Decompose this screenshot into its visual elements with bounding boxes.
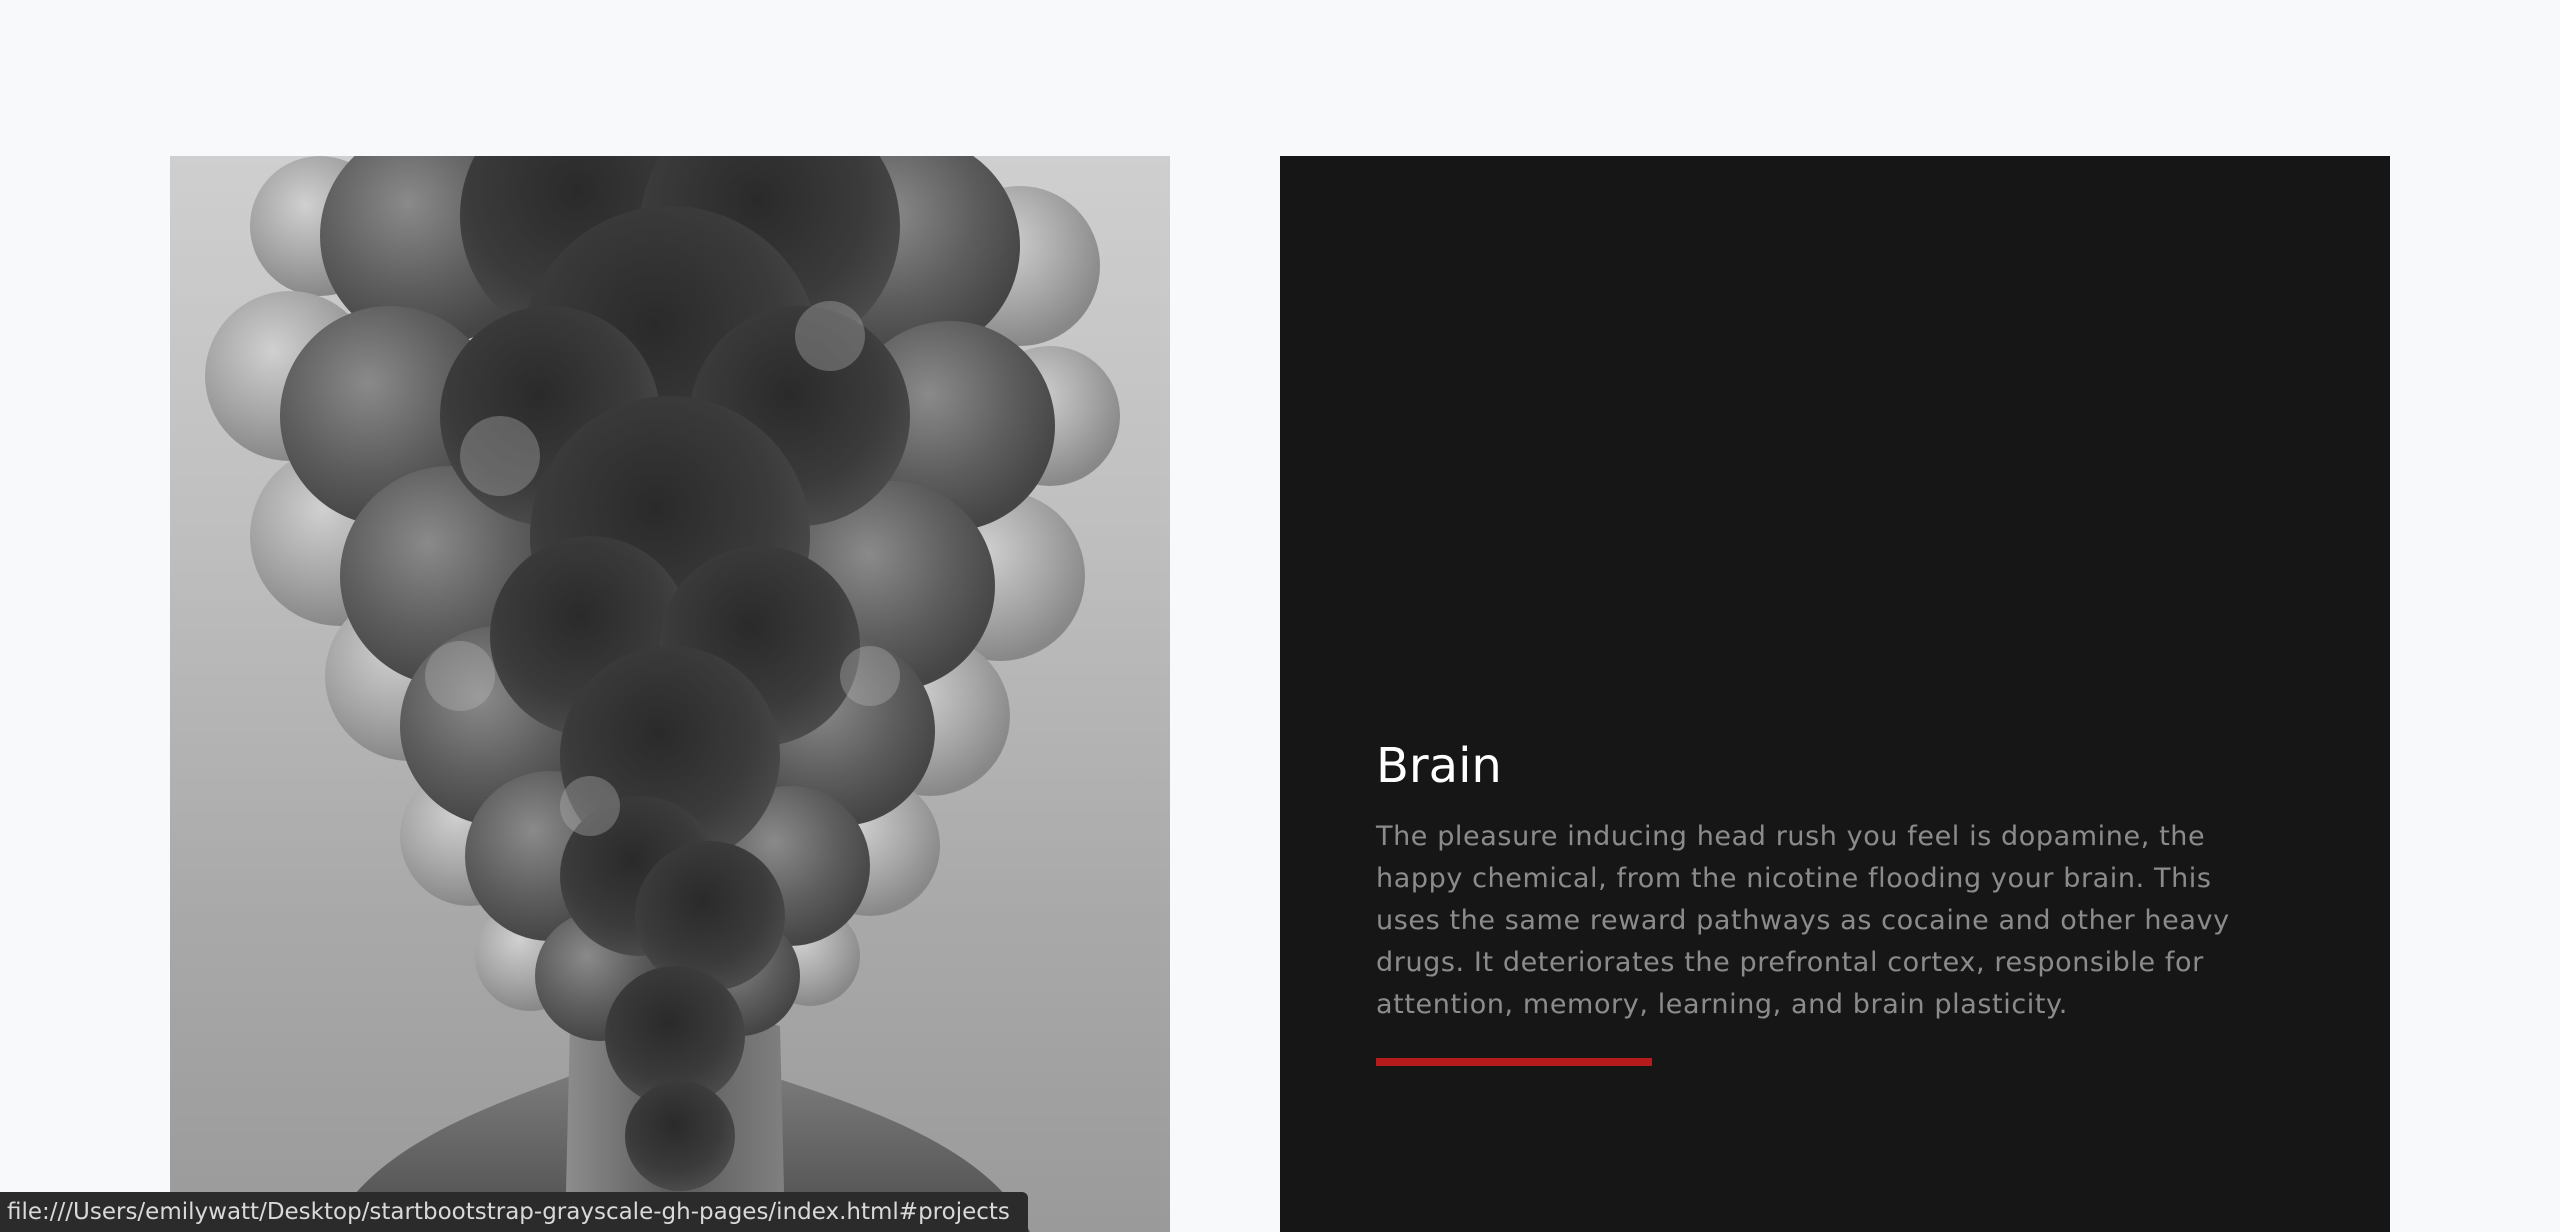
smoke-illustration	[205, 156, 1120, 1232]
project-text: Brain The pleasure inducing head rush yo…	[1376, 738, 2276, 1066]
project-text-panel: Brain The pleasure inducing head rush yo…	[1280, 156, 2390, 1232]
project-description: The pleasure inducing head rush you feel…	[1376, 820, 2230, 1020]
accent-divider	[1376, 1057, 1652, 1066]
project-row: Brain The pleasure inducing head rush yo…	[170, 156, 2390, 1232]
browser-status-bar: file:///Users/emilywatt/Desktop/startboo…	[0, 1192, 1028, 1232]
project-image	[170, 156, 1170, 1232]
project-title: Brain	[1376, 738, 1502, 794]
status-url: file:///Users/emilywatt/Desktop/startboo…	[7, 1199, 1010, 1225]
